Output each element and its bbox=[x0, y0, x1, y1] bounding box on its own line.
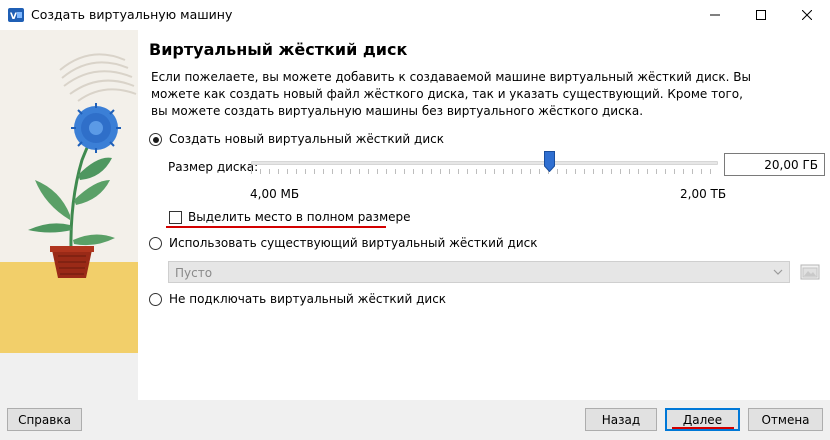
chevron-down-icon bbox=[773, 269, 783, 275]
highlight-underline bbox=[166, 226, 386, 228]
close-icon bbox=[802, 10, 812, 20]
wizard-illustration bbox=[0, 30, 138, 353]
maximize-button[interactable] bbox=[738, 0, 784, 30]
disk-size-slider[interactable] bbox=[251, 161, 718, 165]
help-button[interactable]: Справка bbox=[7, 408, 82, 431]
choose-disk-button[interactable] bbox=[799, 261, 821, 283]
slider-min-label: 4,00 МБ bbox=[250, 187, 300, 201]
title-bar: V Создать виртуальную машину bbox=[0, 0, 830, 30]
svg-text:V: V bbox=[10, 12, 17, 22]
close-button[interactable] bbox=[784, 0, 830, 30]
page-description: Если пожелаете, вы можете добавить к соз… bbox=[151, 70, 751, 118]
maximize-icon bbox=[756, 10, 766, 20]
slider-ticks bbox=[251, 169, 718, 174]
next-highlight-underline bbox=[672, 427, 734, 429]
minimize-icon bbox=[710, 14, 720, 16]
slider-thumb[interactable] bbox=[544, 151, 555, 172]
existing-disk-combo[interactable]: Пусто bbox=[168, 261, 790, 283]
folder-icon bbox=[800, 264, 820, 280]
create-new-label[interactable]: Создать новый виртуальный жёсткий диск bbox=[169, 132, 444, 146]
use-existing-radio[interactable] bbox=[149, 237, 162, 250]
disk-size-input[interactable]: 20,00 ГБ bbox=[724, 153, 825, 176]
slider-max-label: 2,00 ТБ bbox=[680, 187, 727, 201]
use-existing-label[interactable]: Использовать существующий виртуальный жё… bbox=[169, 236, 537, 250]
create-new-radio[interactable] bbox=[149, 133, 162, 146]
wizard-page: Виртуальный жёсткий диск Если пожелаете,… bbox=[138, 30, 830, 400]
disk-size-label: Размер диска: bbox=[168, 160, 259, 174]
cancel-button[interactable]: Отмена bbox=[748, 408, 823, 431]
back-button[interactable]: Назад bbox=[585, 408, 657, 431]
existing-disk-value: Пусто bbox=[175, 266, 213, 280]
window-title: Создать виртуальную машину bbox=[31, 7, 233, 22]
no-disk-label[interactable]: Не подключать виртуальный жёсткий диск bbox=[169, 292, 446, 306]
minimize-button[interactable] bbox=[692, 0, 738, 30]
preallocate-checkbox[interactable] bbox=[169, 211, 182, 224]
preallocate-label[interactable]: Выделить место в полном размере bbox=[188, 210, 411, 224]
flower-pot-illustration bbox=[0, 30, 138, 353]
button-bar: Справка Назад Далее Отмена bbox=[0, 400, 830, 440]
page-title: Виртуальный жёсткий диск bbox=[149, 40, 408, 59]
virtualbox-icon: V bbox=[8, 8, 24, 22]
no-disk-radio[interactable] bbox=[149, 293, 162, 306]
